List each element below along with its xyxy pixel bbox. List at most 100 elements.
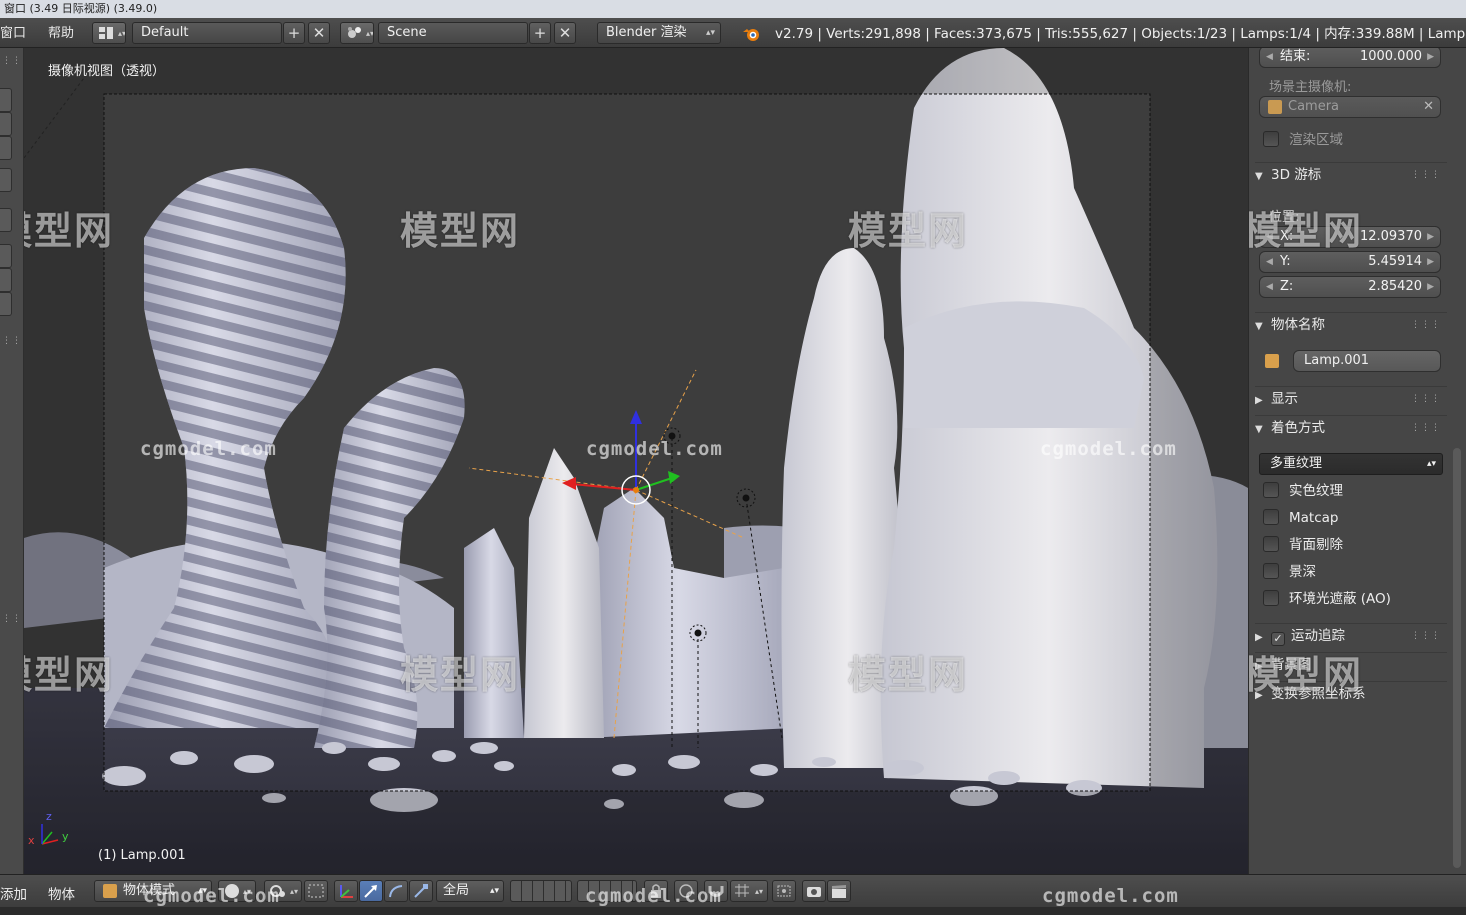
remove-layout-icon[interactable]: ✕ bbox=[308, 22, 330, 44]
backface-culling-label: 背面剔除 bbox=[1289, 537, 1343, 553]
shelf-tab-misc[interactable] bbox=[0, 292, 12, 316]
menu-add[interactable]: 添加 bbox=[0, 883, 27, 903]
watermark-logo: 模型网 bbox=[24, 653, 115, 697]
decrement-arrow-icon[interactable]: ◀ bbox=[1266, 252, 1273, 272]
shelf-tab-relations[interactable] bbox=[0, 136, 12, 160]
collapsed-triangle-icon: ▶ bbox=[1255, 395, 1263, 406]
watermark-url: cgmodel.com bbox=[1040, 438, 1177, 460]
add-layout-icon[interactable]: + bbox=[283, 22, 305, 44]
frame-end-field[interactable]: ◀ 结束: 1000.000 ▶ bbox=[1259, 48, 1441, 68]
increment-arrow-icon[interactable]: ▶ bbox=[1427, 277, 1434, 297]
checkbox-box bbox=[1263, 590, 1279, 606]
grip-icon[interactable]: ⋮⋮ bbox=[2, 336, 22, 346]
grip-icon[interactable]: ⋮⋮ bbox=[2, 56, 22, 66]
increment-arrow-icon[interactable]: ▶ bbox=[1427, 252, 1434, 272]
shelf-tab-grease-pencil[interactable] bbox=[0, 244, 12, 268]
manipulator-toggle-button[interactable] bbox=[334, 880, 358, 902]
object-mode-icon bbox=[103, 884, 117, 898]
menu-window[interactable]: 窗口 bbox=[0, 24, 26, 44]
solid-texture-label: 实色纹理 bbox=[1289, 483, 1343, 499]
clear-camera-icon[interactable]: ✕ bbox=[1423, 97, 1434, 117]
translate-manipulator-button[interactable] bbox=[359, 880, 383, 902]
layout-selector-button[interactable]: ▴▾ bbox=[92, 22, 126, 44]
pivot-align-button[interactable] bbox=[304, 880, 328, 902]
render-region-checkbox[interactable]: 渲染区域 bbox=[1263, 130, 1343, 150]
render-engine-label: Blender 渲染 bbox=[606, 25, 687, 40]
checkbox-box bbox=[1263, 536, 1279, 552]
transform-orientation-value: 全局 bbox=[443, 883, 470, 898]
depth-of-field-checkbox[interactable]: 景深 bbox=[1263, 562, 1316, 582]
svg-text:▴▾: ▴▾ bbox=[366, 29, 373, 38]
render-animation-button[interactable] bbox=[827, 880, 851, 902]
timeline-strip[interactable] bbox=[0, 907, 1466, 915]
transform-orientation-dropdown[interactable]: 全局 ▴▾ bbox=[436, 880, 504, 902]
viewport-view-label: 摄像机视图（透视） bbox=[48, 64, 166, 79]
dropdown-arrows-icon: ▴▾ bbox=[1426, 459, 1436, 469]
remove-scene-icon[interactable]: ✕ bbox=[554, 22, 576, 44]
grip-icon[interactable]: ⋮⋮ bbox=[2, 614, 22, 624]
shelf-tab-tools[interactable] bbox=[0, 88, 12, 112]
snap-target-button[interactable] bbox=[772, 880, 796, 902]
expanded-triangle-icon: ▼ bbox=[1255, 424, 1263, 435]
translate-arrow-icon bbox=[364, 885, 377, 898]
backface-culling-checkbox[interactable]: 背面剔除 bbox=[1263, 535, 1343, 555]
ambient-occlusion-checkbox[interactable]: 环境光遮蔽 (AO) bbox=[1263, 589, 1391, 609]
render-snapshot-button[interactable] bbox=[802, 880, 826, 902]
drag-handle-icon[interactable]: ⋮⋮⋮ bbox=[1411, 163, 1441, 187]
scene-selector-button[interactable]: ▴▾ bbox=[340, 22, 374, 44]
scene-camera-field[interactable]: Camera ✕ bbox=[1259, 96, 1441, 118]
add-scene-icon[interactable]: + bbox=[529, 22, 551, 44]
snap-target-icon bbox=[777, 885, 791, 897]
svg-text:▴▾: ▴▾ bbox=[118, 29, 125, 38]
decrement-arrow-icon[interactable]: ◀ bbox=[1266, 48, 1273, 67]
svg-text:z: z bbox=[46, 810, 52, 823]
scene-camera-label: 场景主摄像机: bbox=[1269, 80, 1352, 95]
shelf-tab-physics[interactable] bbox=[0, 208, 12, 232]
increment-arrow-icon[interactable]: ▶ bbox=[1427, 48, 1434, 67]
snap-element-dropdown[interactable]: ▴▾ bbox=[730, 880, 768, 902]
scene-name-field[interactable]: Scene bbox=[378, 22, 528, 44]
scene-layers-grid-1[interactable] bbox=[510, 880, 572, 902]
properties-scrollbar[interactable] bbox=[1453, 448, 1461, 868]
watermark-url: cgmodel.com bbox=[586, 438, 723, 460]
checkbox-box bbox=[1263, 509, 1279, 525]
scene-render: x y z bbox=[24, 48, 1248, 874]
section-shading[interactable]: ▼ 着色方式 ⋮⋮⋮ bbox=[1255, 415, 1447, 439]
blender-logo-icon bbox=[743, 29, 759, 41]
section-display[interactable]: ▶ 显示 ⋮⋮⋮ bbox=[1255, 386, 1447, 410]
properties-panel: ◀ 结束: 1000.000 ▶ 场景主摄像机: Camera ✕ 渲染区域 ▼… bbox=[1248, 48, 1466, 874]
rotate-manipulator-button[interactable] bbox=[384, 880, 408, 902]
cursor-z-field[interactable]: ◀ Z: 2.85420 ▶ bbox=[1259, 276, 1441, 298]
drag-handle-icon[interactable]: ⋮⋮⋮ bbox=[1411, 624, 1441, 648]
decrement-arrow-icon[interactable]: ◀ bbox=[1266, 277, 1273, 297]
solid-texture-checkbox[interactable]: 实色纹理 bbox=[1263, 481, 1343, 501]
shelf-tab-animation[interactable] bbox=[0, 168, 12, 192]
drag-handle-icon[interactable]: ⋮⋮⋮ bbox=[1411, 416, 1441, 440]
object-name-field[interactable]: Lamp.001 bbox=[1293, 350, 1441, 372]
svg-text:y: y bbox=[62, 830, 69, 843]
shading-mode-value: 多重纹理 bbox=[1270, 456, 1323, 471]
section-item[interactable]: ▼ 物体名称 ⋮⋮⋮ bbox=[1255, 312, 1447, 336]
checkbox-box bbox=[1263, 482, 1279, 498]
render-region-label: 渲染区域 bbox=[1289, 132, 1343, 148]
section-3d-cursor[interactable]: ▼ 3D 游标 ⋮⋮⋮ bbox=[1255, 162, 1447, 186]
scale-manipulator-button[interactable] bbox=[409, 880, 433, 902]
shading-mode-dropdown[interactable]: 多重纹理 ▴▾ bbox=[1259, 453, 1443, 475]
drag-handle-icon[interactable]: ⋮⋮⋮ bbox=[1411, 387, 1441, 411]
layout-name-field[interactable]: Default bbox=[132, 22, 282, 44]
increment-arrow-icon[interactable]: ▶ bbox=[1427, 227, 1434, 247]
render-engine-dropdown[interactable]: Blender 渲染 ▴▾ bbox=[597, 22, 721, 44]
shelf-tab-options[interactable] bbox=[0, 268, 12, 292]
checkbox-box bbox=[1263, 131, 1279, 147]
section-display-title: 显示 bbox=[1271, 391, 1298, 407]
watermark-logo: 模型网 bbox=[400, 653, 521, 697]
svg-text:x: x bbox=[28, 834, 35, 847]
shelf-tab-create[interactable] bbox=[0, 112, 12, 136]
menu-help[interactable]: 帮助 bbox=[48, 24, 74, 44]
cursor-x-value: 12.09370 bbox=[1359, 229, 1422, 244]
drag-handle-icon[interactable]: ⋮⋮⋮ bbox=[1411, 313, 1441, 337]
watermark-logo: 模型网 bbox=[1248, 209, 1364, 253]
3d-viewport[interactable]: x y z 摄像机视图（透视） (1) Lamp.001 模型网 模型网 模型网… bbox=[24, 48, 1248, 874]
matcap-checkbox[interactable]: Matcap bbox=[1263, 508, 1338, 528]
menu-object[interactable]: 物体 bbox=[48, 883, 75, 903]
